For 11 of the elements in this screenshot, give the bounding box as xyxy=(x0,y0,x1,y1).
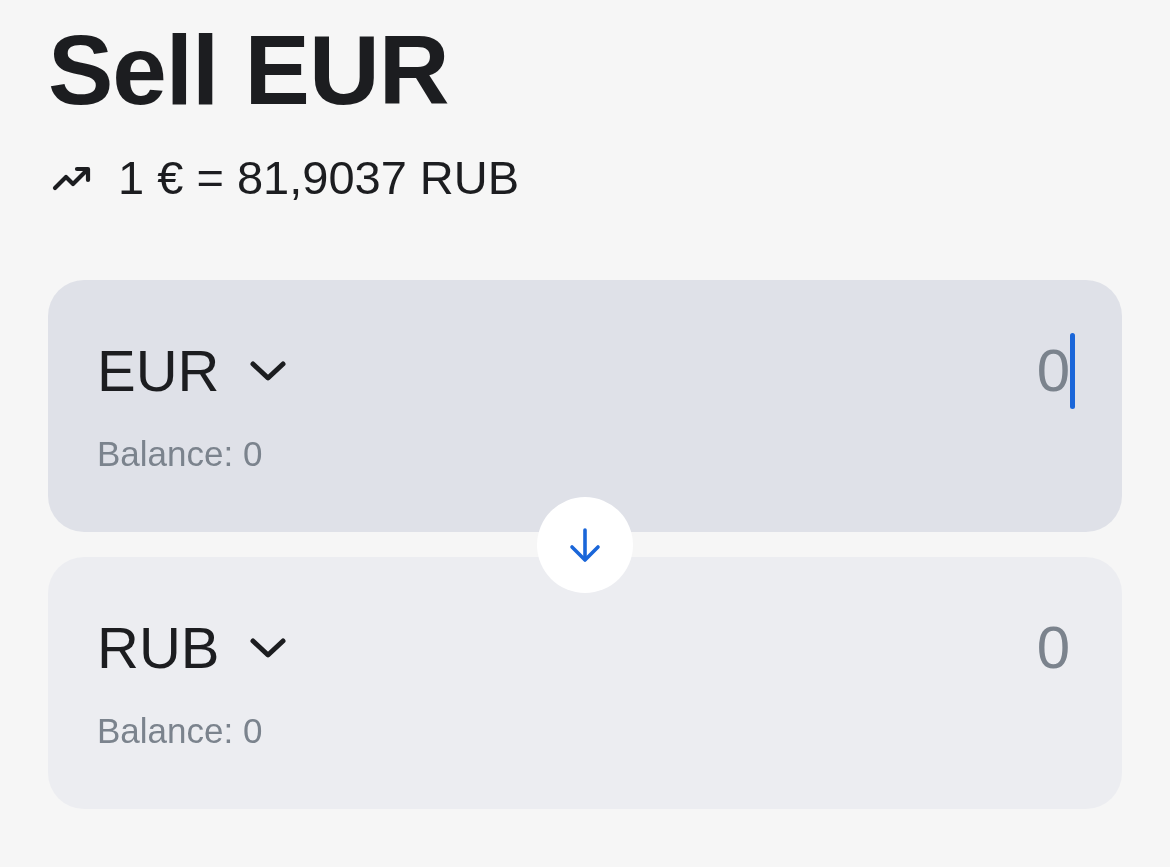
exchange-rate: 1 € = 81,9037 RUB xyxy=(118,150,520,206)
amount-field[interactable]: 0 xyxy=(910,613,1070,683)
balance-label: Balance: 0 xyxy=(97,433,263,475)
trend-up-icon xyxy=(52,165,92,191)
page-title: Sell EUR xyxy=(48,14,450,126)
chevron-down-icon xyxy=(249,637,288,659)
amount-field[interactable]: 0 xyxy=(910,336,1070,406)
currency-selector[interactable]: RUB xyxy=(97,613,288,683)
chevron-down-icon xyxy=(249,360,288,382)
balance-label: Balance: 0 xyxy=(97,710,263,752)
currency-selector[interactable]: EUR xyxy=(97,336,288,406)
